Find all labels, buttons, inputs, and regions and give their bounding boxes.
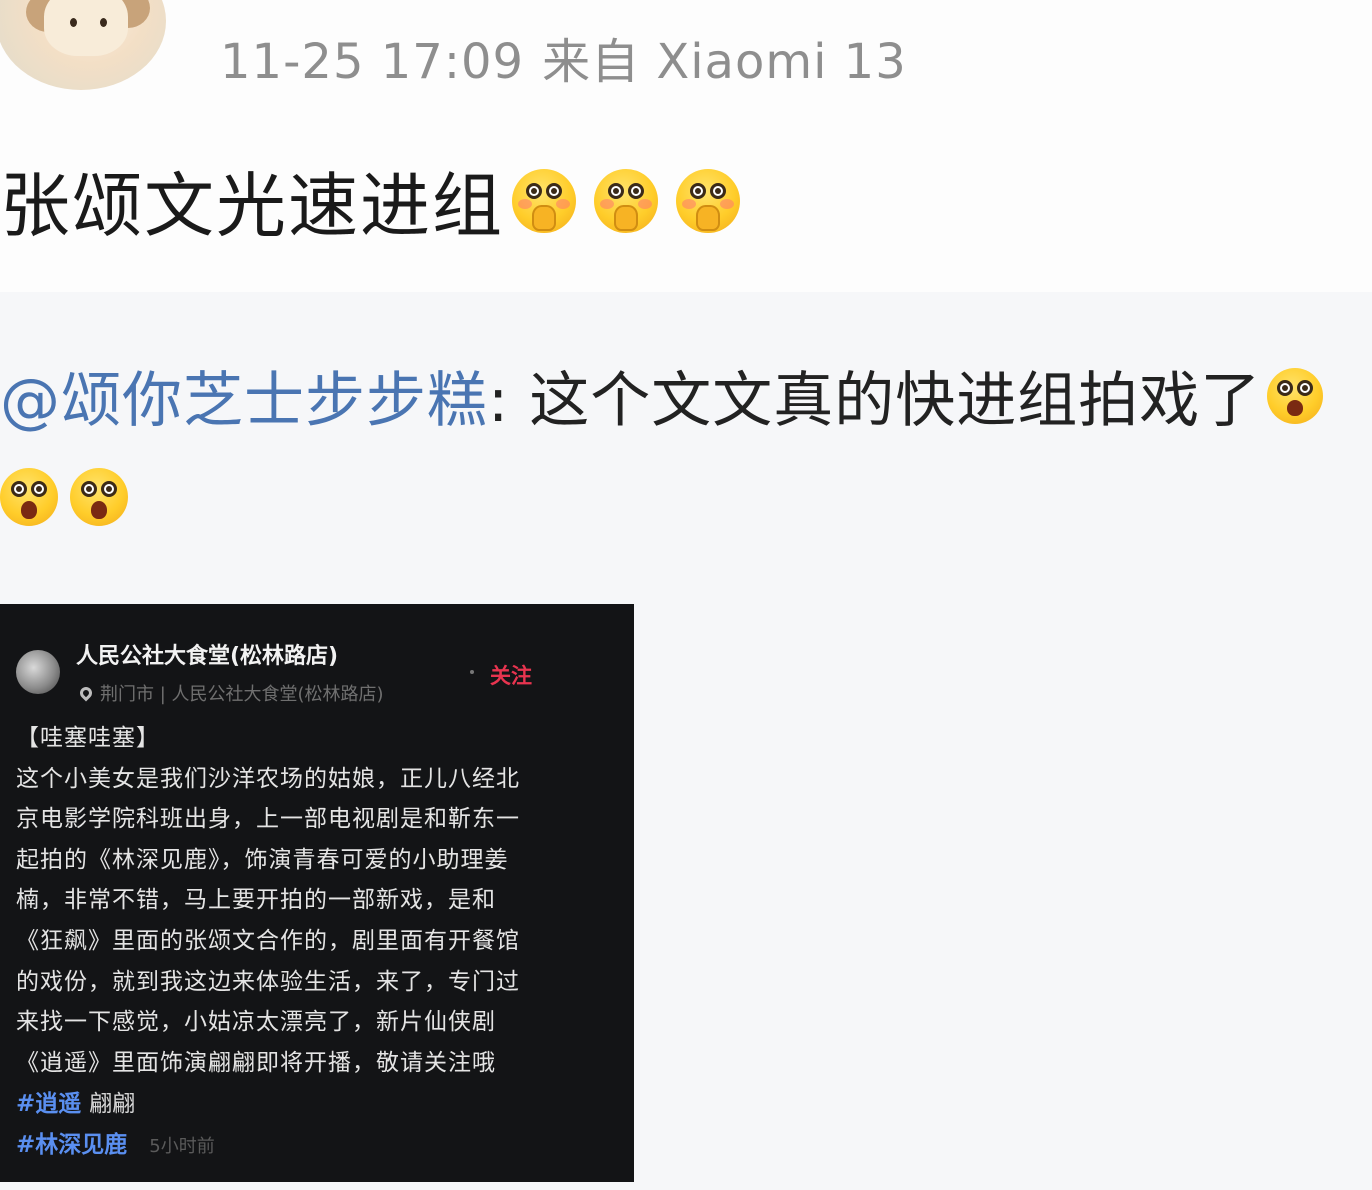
card-text-line: 京电影学院科班出身，上一部电视剧是和靳东一 xyxy=(16,806,520,833)
praying-face-icon xyxy=(512,168,576,233)
post-timestamp: 11-25 17:09 xyxy=(220,34,525,90)
user-avatar[interactable] xyxy=(0,0,166,90)
card-text-line: 【哇塞哇塞】 xyxy=(16,725,160,751)
card-text-line: 这个小美女是我们沙洋农场的姑娘，正儿八经北 xyxy=(16,765,520,792)
card-tags: #逍遥 翩翩 #林深见鹿 5小时前 xyxy=(16,1084,215,1167)
tag-word: 翩翩 xyxy=(89,1091,136,1117)
hashtag-link[interactable]: #逍遥 xyxy=(16,1091,81,1117)
card-text-line: 《逍遥》里面饰演翩翩即将开播，敬请关注哦 xyxy=(16,1049,496,1076)
repost-text: : 这个文文真的快进组拍戏了 xyxy=(488,366,1262,436)
tag-row: #逍遥 翩翩 xyxy=(16,1084,215,1125)
mention-link[interactable]: @颂你芝士步步糕 xyxy=(0,352,488,439)
location-row: 荆门市 | 人民公社大食堂(松林路店) xyxy=(77,680,384,706)
avatar-eye xyxy=(70,18,77,27)
weibo-post: 11-25 17:09 来自 Xiaomi 13 张颂文光速进组 xyxy=(0,0,1372,292)
praying-face-icon xyxy=(594,168,658,233)
repost-text-line: @颂你芝士步步糕 : 这个文文真的快进组拍戏了 xyxy=(0,352,1324,439)
post-content: 张颂文光速进组 xyxy=(0,150,740,251)
avatar-face xyxy=(44,0,128,56)
card-text-line: 来找一下感觉，小姑凉太漂亮了，新片仙侠剧 xyxy=(16,1009,496,1036)
card-body-text: 【哇塞哇塞】 这个小美女是我们沙洋农场的姑娘，正儿八经北 京电影学院科班出身，上… xyxy=(16,718,596,1083)
shocked-face-icon xyxy=(70,468,128,526)
tag-row: #林深见鹿 5小时前 xyxy=(16,1125,215,1168)
card-text-line: 起拍的《林深见鹿》，饰演青春可爱的小助理姜 xyxy=(16,846,509,873)
account-avatar[interactable] xyxy=(16,650,60,694)
praying-face-icon xyxy=(676,168,740,233)
card-text-line: 《狂飙》里面的张颂文合作的，剧里面有开餐馆 xyxy=(16,927,520,954)
card-text-line: 楠，非常不错，马上要开拍的一部新戏，是和 xyxy=(16,887,496,914)
embedded-screenshot-card[interactable]: 人民公社大食堂(松林路店) 荆门市 | 人民公社大食堂(松林路店) 关注 【哇塞… xyxy=(0,604,634,1182)
hashtag-link[interactable]: #林深见鹿 xyxy=(16,1132,127,1158)
post-meta: 11-25 17:09 来自 Xiaomi 13 xyxy=(220,22,907,92)
post-text: 张颂文光速进组 xyxy=(0,165,504,247)
card-text-line: 的戏份，就到我这边来体验生活，来了，专门过 xyxy=(16,968,520,995)
location-text: 荆门市 | 人民公社大食堂(松林路店) xyxy=(100,684,384,705)
shocked-face-icon xyxy=(1267,367,1324,424)
account-name[interactable]: 人民公社大食堂(松林路店) xyxy=(76,638,338,670)
time-ago: 5小时前 xyxy=(149,1135,215,1157)
separator-dot xyxy=(470,670,474,674)
location-pin-icon xyxy=(77,684,95,702)
shocked-face-icon xyxy=(0,468,58,526)
post-source: 来自 Xiaomi 13 xyxy=(542,34,907,90)
repost-emoji-row xyxy=(0,468,128,526)
follow-button[interactable]: 关注 xyxy=(490,660,532,690)
avatar-eye xyxy=(100,18,107,27)
